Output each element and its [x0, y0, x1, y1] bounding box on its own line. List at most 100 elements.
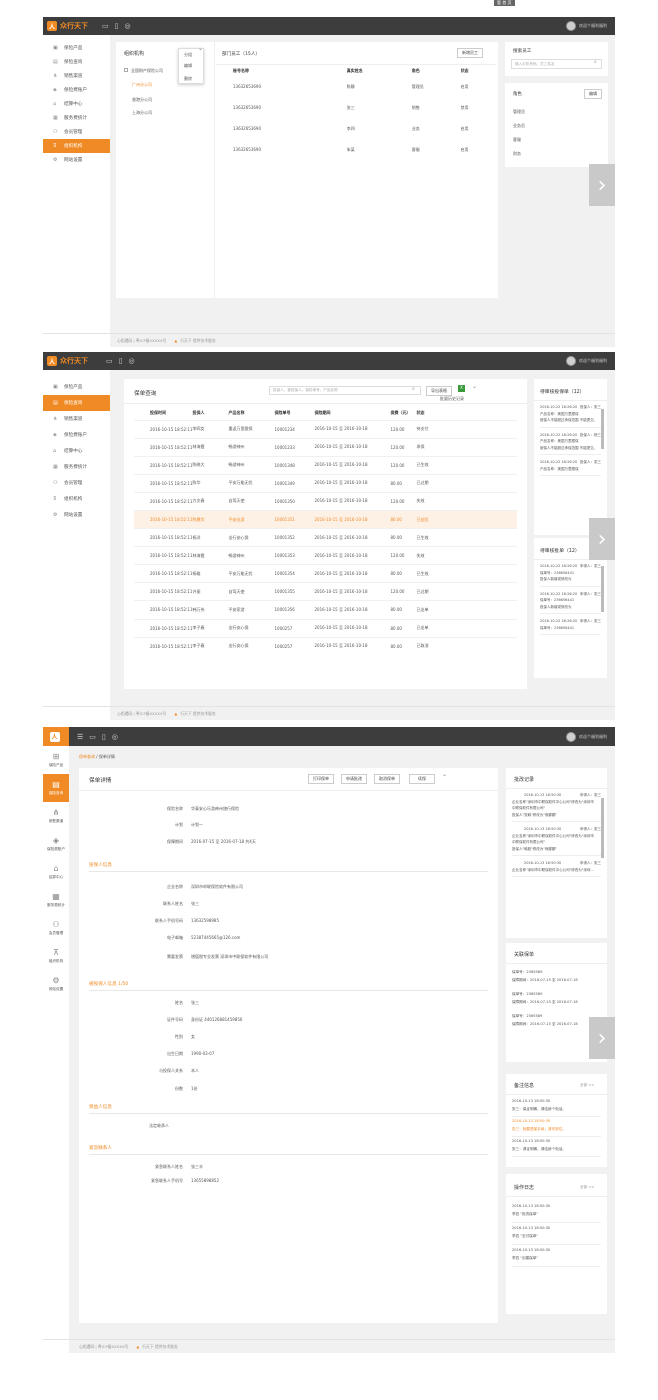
note-item[interactable]: 2016-10-13 18:50:30 张三：请证明确，请给我个电话。 — [512, 1137, 601, 1157]
note-item[interactable]: 2016-10-13 18:50:30 张三：保证明确，请给我个电话。 — [512, 1097, 601, 1117]
phone-icon[interactable]: ▯ — [119, 357, 123, 365]
table-row[interactable]: 2016-10-15 18:52:11 陈晓大 畅游神州 10001348 2016-1… — [134, 456, 517, 474]
role-item[interactable]: 客服 — [513, 137, 521, 143]
sidebar-item-org[interactable]: ⊼ 组织机构 — [43, 491, 110, 507]
table-row[interactable]: 2016-10-15 18:52:11 李子春 出行安心保 1000257 2016-1… — [134, 637, 517, 655]
sidebar-item-settlement[interactable]: ⌂ 结算中心 — [43, 858, 69, 886]
search-icon[interactable]: ⌕ — [412, 386, 415, 392]
sidebar-item-members[interactable]: ⚇ 会员管理 — [43, 914, 69, 942]
related-policy-item[interactable]: 保单号：2365589 保障期间：2016-07-15 至 2016-07-18 — [512, 990, 601, 1006]
monitor-icon[interactable]: ▭ — [89, 733, 96, 741]
sidebar-item-query[interactable]: ▤ 保险查询 — [43, 395, 110, 411]
sidebar-item-site[interactable]: ⚙ 网站设置 — [43, 970, 69, 998]
excel-icon[interactable]: X — [458, 385, 465, 392]
org-delete[interactable]: 删除 — [184, 76, 192, 82]
sidebar-item-products[interactable]: ⊞ 保险产品 — [43, 746, 69, 774]
org-item-guangzhou[interactable]: 广州分公司 — [132, 82, 152, 88]
table-row[interactable]: 2016-10-15 18:52:11 林海霞 畅游神州 10001233 2016-1… — [134, 438, 517, 456]
export-button[interactable]: 导出表格 — [426, 386, 452, 396]
phone-icon[interactable]: ▯ — [102, 733, 106, 741]
table-row[interactable]: 2016-10-15 18:52:11 杨洋 出行安心保 10001352 2016-1… — [134, 528, 517, 547]
next-arrow-icon[interactable]: › — [589, 164, 615, 206]
role-edit-button[interactable]: 编辑 — [584, 89, 602, 99]
next-arrow-icon[interactable]: › — [589, 518, 615, 560]
sidebar-item-org[interactable]: ⊼ 组织机构 — [43, 139, 110, 153]
sidebar-item-channels[interactable]: ⋔ 销售渠道 — [43, 69, 110, 83]
monitor-icon[interactable]: ▭ — [106, 357, 113, 365]
sidebar-item-org[interactable]: ⊼ 组织机构 — [43, 942, 69, 970]
related-policy-item[interactable]: 保单号：2365589 保障期间：2016-07-15 至 2016-07-18 — [512, 968, 601, 984]
related-policy-item[interactable]: 保单号：2365589 保障期间：2016-07-15 至 2016-07-18 — [512, 1012, 601, 1028]
table-row[interactable]: 2016-10-15 18:52:11 韩万伟 平安家游 10001356 2016-1… — [134, 600, 517, 619]
sidebar-item-accounts[interactable]: ◈ 保险费账户 — [43, 427, 110, 443]
batch-record-item[interactable]: 2016-10-13 18:50:30 申请人：张三 企业名称"深圳市中联保软件中心… — [512, 792, 601, 822]
table-row[interactable]: 2016-10-15 18:52:11 林海霞 畅游神州 10001353 2016-1… — [134, 546, 517, 565]
sidebar-item-settlement[interactable]: ⌂ 结算中心 — [43, 97, 110, 111]
table-row[interactable]: 13632653690 张三 销售 禁用 — [233, 97, 493, 118]
sidebar-item-stats[interactable]: ▦ 服务费统计 — [43, 111, 110, 125]
sidebar-item-site[interactable]: ⚙ 网站设置 — [43, 153, 110, 167]
org-item-hongkong[interactable]: 香港分公司 — [132, 97, 152, 103]
org-item-shanghai[interactable]: 上海分公司 — [132, 110, 152, 116]
table-row[interactable]: 13632653690 朱某 客服 启用 — [233, 139, 493, 160]
pending-policy-item[interactable]: 2016-10-22 18:26:20 投保人：张三 产品名称：美国万里跟保 被保人不… — [540, 404, 601, 428]
role-item[interactable]: 财务 — [513, 151, 521, 157]
wechat-icon[interactable]: ◎ — [112, 733, 118, 741]
sidebar-item-products[interactable]: ▣ 保险产品 — [43, 379, 110, 395]
pending-batch-item[interactable]: 2016-10-22 18:26:20 申请人：张三 保单号：236656441 — [540, 618, 601, 635]
next-arrow-icon[interactable]: › — [589, 1017, 615, 1059]
table-row[interactable]: 2016-10-15 18:52:11 陈慧华 平安出游 10001351 2016-1… — [134, 510, 517, 529]
sidebar-item-channels[interactable]: ⋔ 销售渠道 — [43, 802, 69, 830]
sidebar-item-stats[interactable]: ▦ 服务费统计 — [43, 886, 69, 914]
batch-record-item[interactable]: 2016-10-13 18:50:30 申请人：张三 企业名称"深圳市中联保软件中心… — [512, 826, 601, 856]
table-row[interactable]: 13632653690 陈静 管理员 启用 — [233, 76, 493, 97]
monitor-icon[interactable]: ▭ — [102, 22, 109, 30]
phone-icon[interactable]: ▯ — [115, 22, 119, 30]
sidebar-item-query[interactable]: ▤ 保险查询 — [43, 774, 69, 802]
breadcrumb-query[interactable]: 保单查询 — [79, 754, 95, 759]
user-menu[interactable]: 欢迎个福利福利 — [566, 352, 607, 370]
table-row[interactable]: 2016-10-15 18:52:11 李子春 出行安心保 1000257 2016-1… — [134, 619, 517, 637]
batch-record-item[interactable]: 2016-10-13 18:50:30 申请人：张三 企业名称"深圳市中联保软件中心… — [512, 860, 601, 877]
table-row[interactable]: 2016-10-15 18:52:11 杨雄 平安万能无忧 10001354 2016-… — [134, 564, 517, 583]
search-employee-input[interactable]: 输入手机号码、员工姓名 — [511, 59, 602, 69]
table-row[interactable]: 2016-10-15 18:52:11 陈华 平安万能无忧 10001349 2016-… — [134, 474, 517, 492]
pending-batch-item[interactable]: 2016-10-22 18:26:20 申请人：张三 保单号：236656441 投保… — [540, 563, 601, 587]
sidebar-item-accounts[interactable]: ◈ 保险费账户 — [43, 830, 69, 858]
note-item[interactable]: 2016-10-13 18:50:30 张三：我要退保手续，请尽到位。 — [512, 1117, 601, 1137]
add-employee-button[interactable]: 新增员工 — [457, 48, 483, 58]
role-item[interactable]: 业务员 — [513, 123, 525, 129]
user-menu[interactable]: 欢迎个福利福利 — [566, 17, 607, 35]
wechat-icon[interactable]: ◎ — [128, 357, 134, 365]
role-item[interactable]: 管理员 — [513, 109, 525, 115]
note-more-link[interactable]: 全部 >> — [580, 1083, 594, 1088]
org-root[interactable]: 全国财产保险公司 — [124, 68, 163, 74]
sidebar-item-query[interactable]: ▤ 保险查询 — [43, 55, 110, 69]
sidebar-item-channels[interactable]: ⋔ 销售渠道 — [43, 411, 110, 427]
table-row[interactable]: 2016-10-15 18:52:11 李四女 重返万里跟保 10001234 2016… — [134, 420, 517, 438]
history-menu-item[interactable]: 批量历史记录 — [440, 396, 464, 402]
org-dropdown-label[interactable]: 分组 — [184, 52, 192, 58]
sidebar-item-products[interactable]: ▣ 保险产品 — [43, 41, 110, 55]
sidebar-item-members[interactable]: ⚇ 会员管理 — [43, 475, 110, 491]
sidebar-item-settlement[interactable]: ⌂ 结算中心 — [43, 443, 110, 459]
chevron-down-icon[interactable]: ⌄ — [198, 45, 203, 52]
sidebar-item-accounts[interactable]: ◈ 保险费账户 — [43, 83, 110, 97]
chevron-down-icon[interactable]: ⌄ — [472, 383, 477, 390]
log-more-link[interactable]: 全部 >> — [580, 1185, 594, 1190]
sidebar-item-site[interactable]: ⚙ 网站设置 — [43, 507, 110, 523]
sidebar-item-members[interactable]: ⚇ 会员管理 — [43, 125, 110, 139]
menu-collapse-icon[interactable]: ☰ — [77, 733, 83, 741]
search-icon[interactable]: ⌕ — [594, 59, 597, 65]
org-edit[interactable]: 编辑 — [184, 63, 192, 69]
pending-policy-item[interactable]: 2016-10-22 18:26:20 投保人：张三 产品名称：美国万里跟保 — [540, 459, 601, 476]
pending-policy-item[interactable]: 2016-10-22 18:26:20 投保人：杨三 产品名称：美国万里跟保 被保人不… — [540, 432, 601, 455]
table-row[interactable]: 2016-10-15 18:52:11 许丽 自驾天使 10001355 2016-10… — [134, 582, 517, 601]
table-row[interactable]: 2016-10-15 18:52:11 方文春 自驾天使 10001350 2016-1… — [134, 492, 517, 510]
wechat-icon[interactable]: ◎ — [124, 22, 130, 30]
sidebar-item-stats[interactable]: ▦ 服务费统计 — [43, 459, 110, 475]
table-row[interactable]: 13632653690 李四 业务 启用 — [233, 118, 493, 139]
pending-batch-item[interactable]: 2016-10-22 18:26:20 申请人：张三 保单号：236656441 投保… — [540, 591, 601, 614]
user-menu[interactable]: 欢迎个福利福利 — [566, 727, 607, 746]
search-input[interactable]: 投保人、被投保人、保险单号、产品名称 — [269, 386, 421, 395]
